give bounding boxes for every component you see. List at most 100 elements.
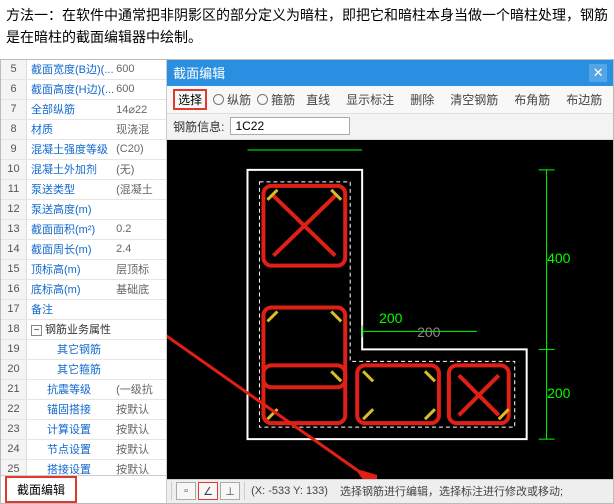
property-name: 搭接设置 [27, 461, 114, 475]
property-row[interactable]: 23计算设置按默认 [1, 420, 166, 440]
collapse-icon[interactable]: − [31, 325, 42, 336]
row-number: 7 [1, 100, 27, 119]
bottom-tab-bar: 截面编辑 [1, 475, 166, 503]
property-name: 混凝土强度等级 [27, 141, 114, 157]
close-icon[interactable]: ✕ [589, 64, 607, 82]
select-tool[interactable]: 选择 [173, 89, 207, 110]
property-row[interactable]: 15顶标高(m)层顶标 [1, 260, 166, 280]
row-number: 6 [1, 80, 27, 99]
status-coords: (X: -533 Y: 133) [245, 485, 334, 497]
row-number: 21 [1, 380, 27, 399]
property-value[interactable]: 按默认 [114, 441, 166, 457]
property-row[interactable]: 20其它箍筋 [1, 360, 166, 380]
rebar-info-input[interactable] [230, 117, 350, 135]
row-number: 24 [1, 440, 27, 459]
dim-400: 400 [547, 250, 570, 266]
row-number: 20 [1, 360, 27, 379]
property-name: 泵送类型 [27, 181, 114, 197]
property-name: 全部纵筋 [27, 101, 114, 117]
row-number: 25 [1, 460, 27, 475]
dim-200-right: 200 [547, 385, 570, 401]
row-number: 16 [1, 280, 27, 299]
property-value[interactable]: 层顶标 [114, 261, 166, 277]
property-value[interactable]: 按默认 [114, 421, 166, 437]
property-value[interactable]: (C20) [114, 143, 166, 155]
snap-grid-icon[interactable]: ▫ [176, 482, 196, 500]
property-name: −钢筋业务属性 [27, 321, 114, 337]
property-value[interactable]: 现浇混 [114, 121, 166, 137]
property-value[interactable]: 14⌀22 [114, 103, 166, 116]
row-number: 5 [1, 60, 27, 79]
rebar-info-label: 钢筋信息: [173, 118, 224, 135]
property-value[interactable]: (一级抗 [114, 381, 166, 397]
snap-angle-icon[interactable]: ∠ [198, 482, 218, 500]
doc-intro-text: 方法一：在软件中通常把非阴影区的部分定义为暗柱，即把它和暗柱本身当做一个暗柱处理… [0, 0, 614, 59]
property-row[interactable]: 8材质现浇混 [1, 120, 166, 140]
property-row[interactable]: 22锚固搭接按默认 [1, 400, 166, 420]
property-row[interactable]: 19其它钢筋 [1, 340, 166, 360]
property-row[interactable]: 10混凝土外加剂(无) [1, 160, 166, 180]
property-row[interactable]: 16底标高(m)基础底 [1, 280, 166, 300]
property-row[interactable]: 6截面高度(H边)(...600 [1, 80, 166, 100]
clear-rebar-tool[interactable]: 清空钢筋 [445, 89, 503, 110]
edge-rebar-tool[interactable]: 布边筋 [561, 89, 607, 110]
property-row[interactable]: 9混凝土强度等级(C20) [1, 140, 166, 160]
row-number: 8 [1, 120, 27, 139]
app-container: 5截面宽度(B边)(...6006截面高度(H边)(...6007全部纵筋14⌀… [0, 59, 614, 504]
property-value[interactable]: 600 [114, 63, 166, 75]
property-value[interactable]: 600 [114, 83, 166, 95]
property-name: 节点设置 [27, 441, 114, 457]
property-value[interactable]: 0.2 [114, 223, 166, 235]
property-row[interactable]: 13截面面积(m²)0.2 [1, 220, 166, 240]
radio-longitudinal[interactable]: 纵筋 [213, 91, 251, 108]
property-value[interactable]: 按默认 [114, 461, 166, 475]
property-name: 截面宽度(B边)(... [27, 61, 114, 77]
property-name: 计算设置 [27, 421, 114, 437]
row-number: 23 [1, 420, 27, 439]
radio-stirrup[interactable]: 箍筋 [257, 91, 295, 108]
property-value[interactable]: (混凝土 [114, 181, 166, 197]
editor-title: 截面编辑 [173, 63, 225, 82]
row-number: 17 [1, 300, 27, 319]
row-number: 10 [1, 160, 27, 179]
property-value[interactable]: 基础底 [114, 281, 166, 297]
editor-canvas[interactable]: 400 200 200 200 [167, 140, 613, 479]
line-tool[interactable]: 直线 [301, 89, 335, 110]
delete-tool[interactable]: 删除 [405, 89, 439, 110]
editor-statusbar: ▫ ∠ ⊥ (X: -533 Y: 133) 选择钢筋进行编辑，选择标注进行修改… [167, 479, 613, 503]
property-row[interactable]: 25搭接设置按默认 [1, 460, 166, 475]
property-row[interactable]: 21抗震等级(一级抗 [1, 380, 166, 400]
property-row[interactable]: 24节点设置按默认 [1, 440, 166, 460]
row-number: 12 [1, 200, 27, 219]
property-row[interactable]: 18−钢筋业务属性 [1, 320, 166, 340]
snap-tools: ▫ ∠ ⊥ [171, 482, 245, 500]
property-name: 材质 [27, 121, 114, 137]
row-number: 11 [1, 180, 27, 199]
dim-200-mid: 200 [379, 310, 402, 326]
property-row[interactable]: 5截面宽度(B边)(...600 [1, 60, 166, 80]
show-dim-tool[interactable]: 显示标注 [341, 89, 399, 110]
property-name: 其它箍筋 [27, 361, 114, 377]
property-row[interactable]: 12泵送高度(m) [1, 200, 166, 220]
editor-toolbar: 选择 纵筋 箍筋 直线 显示标注 删除 清空钢筋 布角筋 布边筋 [167, 86, 613, 114]
property-name: 混凝土外加剂 [27, 161, 114, 177]
editor-infobar: 钢筋信息: [167, 114, 613, 140]
property-value[interactable]: 按默认 [114, 401, 166, 417]
property-value[interactable]: 2.4 [114, 243, 166, 255]
property-name: 其它钢筋 [27, 341, 114, 357]
property-name: 截面高度(H边)(... [27, 81, 114, 97]
property-name: 顶标高(m) [27, 261, 114, 277]
row-number: 14 [1, 240, 27, 259]
property-row[interactable]: 7全部纵筋14⌀22 [1, 100, 166, 120]
property-value[interactable]: (无) [114, 161, 166, 177]
property-name: 备注 [27, 301, 114, 317]
snap-ortho-icon[interactable]: ⊥ [220, 482, 240, 500]
status-message: 选择钢筋进行编辑，选择标注进行修改或移动; [334, 483, 613, 499]
property-row[interactable]: 17备注 [1, 300, 166, 320]
row-number: 9 [1, 140, 27, 159]
corner-rebar-tool[interactable]: 布角筋 [509, 89, 555, 110]
property-row[interactable]: 11泵送类型(混凝土 [1, 180, 166, 200]
property-row[interactable]: 14截面周长(m)2.4 [1, 240, 166, 260]
row-number: 13 [1, 220, 27, 239]
tab-section-edit[interactable]: 截面编辑 [5, 476, 77, 503]
